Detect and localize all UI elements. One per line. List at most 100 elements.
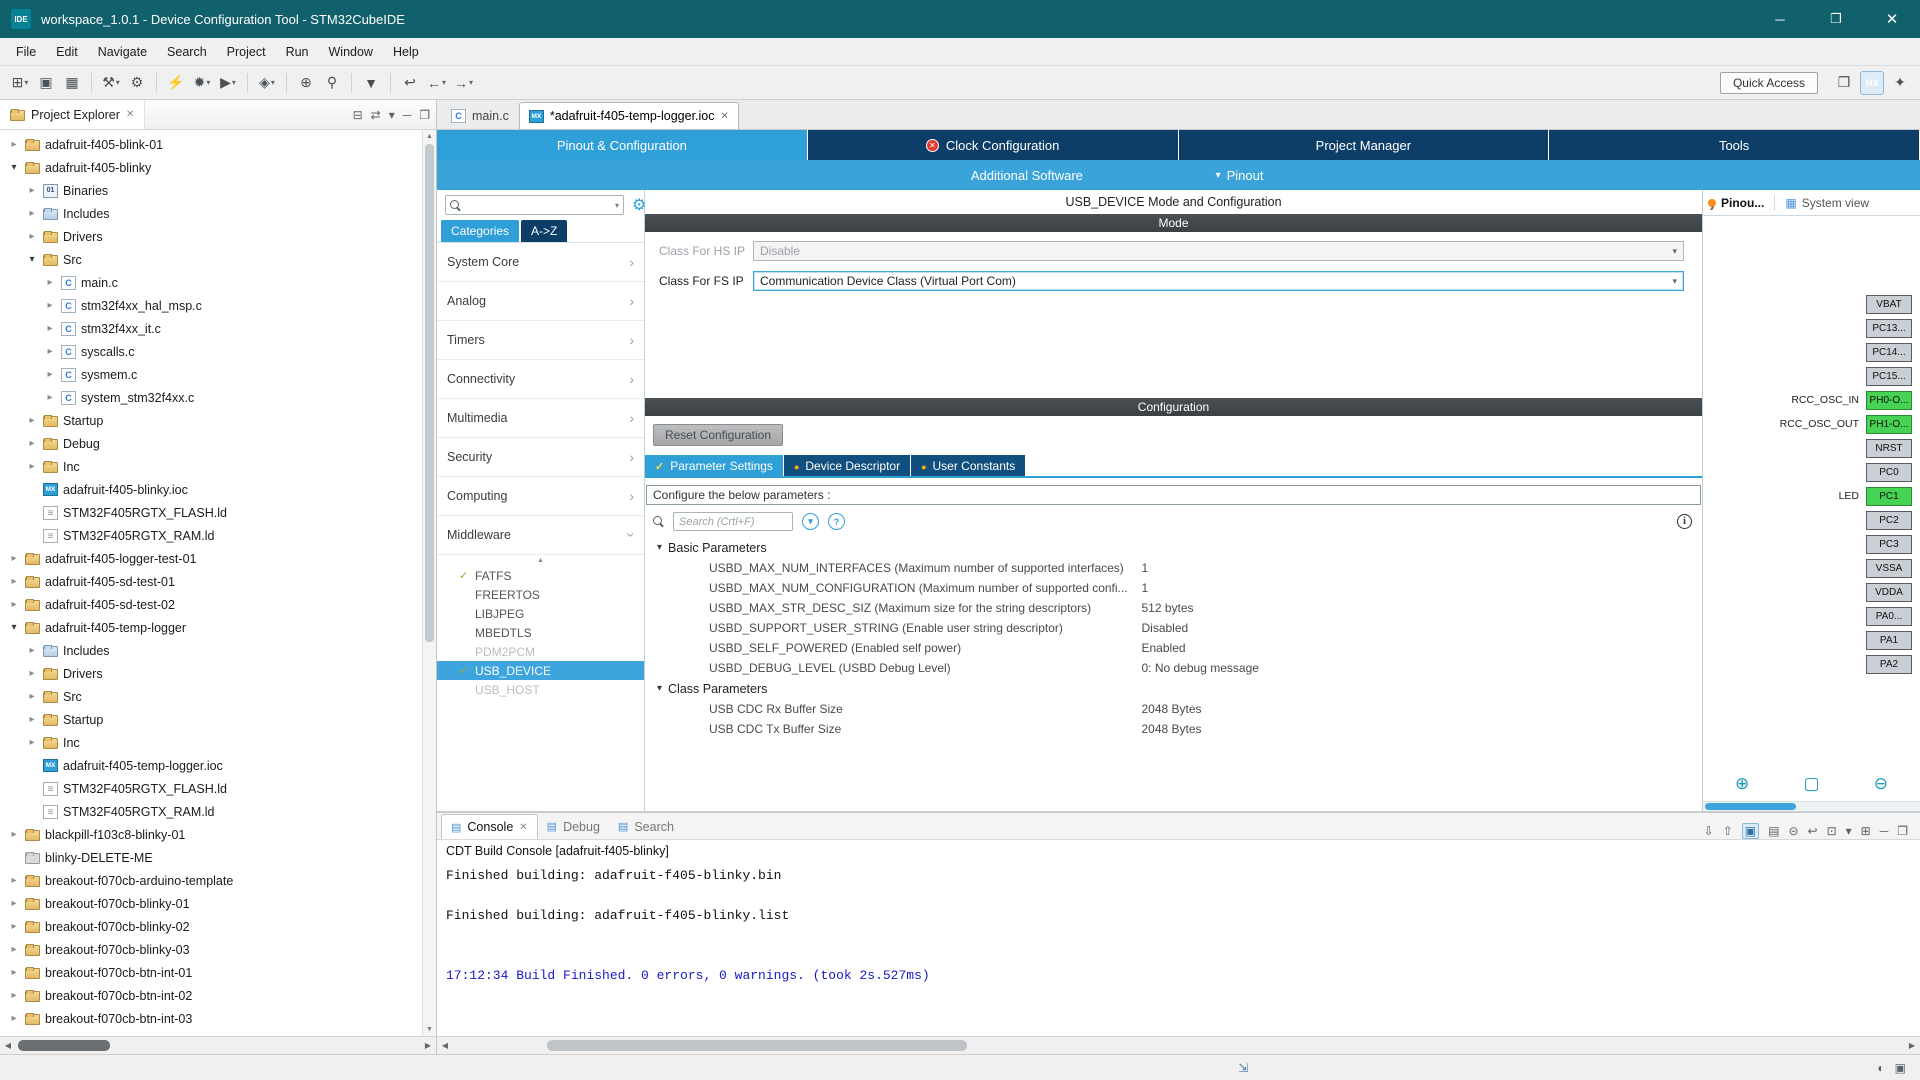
scrollbar-thumb[interactable] xyxy=(18,1040,110,1051)
menu-item[interactable]: Window xyxy=(319,38,383,66)
expand-arrow-icon[interactable] xyxy=(26,645,38,656)
minimize-button[interactable]: ─ xyxy=(1752,0,1808,38)
expand-arrow-icon[interactable] xyxy=(8,576,20,587)
expand-arrow-icon[interactable] xyxy=(26,668,38,679)
close-view-icon[interactable]: ✕ xyxy=(519,822,527,833)
expand-arrow-icon[interactable] xyxy=(8,944,20,955)
tab-project-explorer[interactable]: Project Explorer ✕ xyxy=(0,100,145,129)
expand-arrow-icon[interactable] xyxy=(44,277,56,288)
middleware-item[interactable]: ✓ FREERTOS xyxy=(437,585,644,604)
editor-tab[interactable]: *adafruit-f405-temp-logger.ioc ✕ xyxy=(519,102,739,129)
run-icon[interactable]: ▶▾ xyxy=(216,71,240,95)
new-wizard-icon[interactable]: ⊞▾ xyxy=(8,71,32,95)
tree-item[interactable]: breakout-f070cb-blinky-03 xyxy=(0,938,422,961)
tree-item[interactable]: STM32F405RGTX_FLASH.ld xyxy=(0,501,422,524)
tree-item[interactable]: Binaries xyxy=(0,179,422,202)
reset-configuration-button[interactable]: Reset Configuration xyxy=(653,424,783,446)
tree-item[interactable]: adafruit-f405-temp-logger.ioc xyxy=(0,754,422,777)
expand-arrow-icon[interactable] xyxy=(26,461,38,472)
middleware-item[interactable]: ✓ USB_HOST xyxy=(437,680,644,699)
expand-arrow-icon[interactable] xyxy=(26,691,38,702)
collapse-arrow-icon[interactable]: ▾ xyxy=(657,542,662,553)
open-perspective-icon[interactable]: ❐ xyxy=(1832,71,1856,95)
zoom-out-button[interactable]: ⊖ xyxy=(1874,774,1888,794)
tree-item[interactable]: breakout-f070cb-blinky-02 xyxy=(0,915,422,938)
save-icon[interactable]: ▣▾ xyxy=(34,71,58,95)
tree-item[interactable]: breakout-f070cb-btn-int-01 xyxy=(0,961,422,984)
tree-item[interactable]: adafruit-f405-sd-test-02 xyxy=(0,593,422,616)
pin-box[interactable]: PH1-O... xyxy=(1866,415,1912,434)
expand-arrow-icon[interactable] xyxy=(8,1013,20,1024)
expand-arrow-icon[interactable] xyxy=(8,553,20,564)
back-icon[interactable]: ←▾ xyxy=(424,71,449,95)
tree-item[interactable]: STM32F405RGTX_FLASH.ld xyxy=(0,777,422,800)
pin-box[interactable]: PC15... xyxy=(1866,367,1912,386)
external-tools-icon[interactable]: ◈▾ xyxy=(255,71,279,95)
tree-item[interactable]: breakout-f070cb-btn-int-02 xyxy=(0,984,422,1007)
param-value[interactable]: Disabled xyxy=(1142,621,1189,635)
tree-item[interactable]: sysmem.c xyxy=(0,363,422,386)
pin-box[interactable]: PC1 xyxy=(1866,487,1912,506)
view-menu-icon[interactable]: ▾ xyxy=(389,108,395,122)
expand-arrow-icon[interactable] xyxy=(8,875,20,886)
category-row[interactable]: System Core › xyxy=(437,243,644,282)
scroll-up-icon[interactable]: ▲ xyxy=(423,130,436,143)
tree-item[interactable]: syscalls.c xyxy=(0,340,422,363)
expand-arrow-icon[interactable] xyxy=(26,415,38,426)
tree-item[interactable]: Drivers xyxy=(0,225,422,248)
notifications-icon[interactable]: ▣ xyxy=(1895,1061,1906,1075)
scroll-lock-icon[interactable]: ⊝ xyxy=(1788,824,1798,838)
scroll-right-icon[interactable]: ▶ xyxy=(1904,1037,1920,1054)
tree-item[interactable]: Inc xyxy=(0,455,422,478)
expand-arrow-icon[interactable] xyxy=(26,438,38,449)
pin-box[interactable]: VDDA xyxy=(1866,583,1912,602)
close-button[interactable]: ✕ xyxy=(1864,0,1920,38)
ioc-tab[interactable]: ✕ Tools xyxy=(1549,130,1920,160)
tree-item[interactable]: adafruit-f405-temp-logger xyxy=(0,616,422,639)
annotation-icon[interactable]: ▼▾ xyxy=(359,71,383,95)
expand-arrow-icon[interactable] xyxy=(44,392,56,403)
save-all-icon[interactable]: ▦▾ xyxy=(60,71,84,95)
explorer-horizontal-scrollbar[interactable]: ◀ ▶ xyxy=(0,1037,437,1054)
scroll-right-icon[interactable]: ▶ xyxy=(420,1037,436,1054)
param-value[interactable]: 0: No debug message xyxy=(1142,661,1259,675)
scroll-to-bottom-icon[interactable]: ⇩ xyxy=(1704,824,1714,838)
zoom-fit-button[interactable]: ▢ xyxy=(1803,774,1819,794)
menu-item[interactable]: Navigate xyxy=(88,38,157,66)
minimize-view-icon[interactable]: ─ xyxy=(403,108,412,122)
tree-item[interactable]: stm32f4xx_hal_msp.c xyxy=(0,294,422,317)
pinout-menu[interactable]: ▾ Pinout xyxy=(1216,160,1264,190)
console-view-tab[interactable]: ▤ Debug ✕ xyxy=(538,814,609,839)
pin-box[interactable]: PA1 xyxy=(1866,631,1912,650)
tree-item[interactable]: Debug xyxy=(0,432,422,455)
tree-item[interactable]: breakout-f070cb-arduino-template xyxy=(0,869,422,892)
param-row[interactable]: USBD_SELF_POWERED (Enabled self power)En… xyxy=(645,638,1702,658)
scrollbar-thumb[interactable] xyxy=(425,144,434,642)
chevron-down-icon[interactable]: ▾ xyxy=(615,201,619,210)
tree-item[interactable]: Src xyxy=(0,685,422,708)
expand-arrow-icon[interactable] xyxy=(44,323,56,334)
param-value[interactable]: 1 xyxy=(1142,581,1149,595)
parameter-search-input[interactable] xyxy=(673,512,793,531)
collapse-arrow-icon[interactable]: ▾ xyxy=(657,683,662,694)
category-row[interactable]: Security › xyxy=(437,438,644,477)
middleware-item[interactable]: ✓ MBEDTLS xyxy=(437,623,644,642)
menu-item[interactable]: Help xyxy=(383,38,429,66)
scroll-left-icon[interactable]: ◀ xyxy=(437,1037,453,1054)
search-icon[interactable]: ⚲▾ xyxy=(320,71,344,95)
scrollbar-thumb[interactable] xyxy=(547,1040,967,1051)
category-search-input[interactable] xyxy=(465,198,611,212)
other-perspective-icon[interactable]: ✦ xyxy=(1888,71,1912,95)
category-row[interactable]: Analog › xyxy=(437,282,644,321)
tree-item[interactable]: system_stm32f4xx.c xyxy=(0,386,422,409)
category-row[interactable]: Timers › xyxy=(437,321,644,360)
expand-arrow-icon[interactable] xyxy=(26,737,38,748)
tree-item[interactable]: blinky-DELETE-ME xyxy=(0,846,422,869)
expand-arrow-icon[interactable] xyxy=(44,346,56,357)
menu-item[interactable]: Search xyxy=(157,38,217,66)
tree-item[interactable]: Startup xyxy=(0,708,422,731)
param-value[interactable]: 1 xyxy=(1142,561,1149,575)
category-row[interactable]: Computing › xyxy=(437,477,644,516)
pinout-horizontal-scrollbar[interactable] xyxy=(1703,801,1920,811)
scroll-to-top-icon[interactable]: ⇧ xyxy=(1723,824,1733,838)
